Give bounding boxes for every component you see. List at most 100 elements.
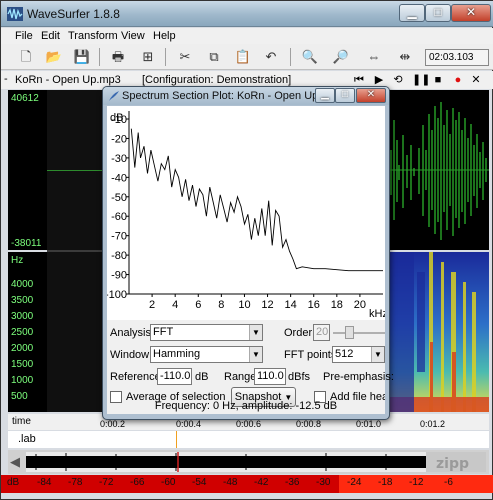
properties-icon[interactable]: ⊞ xyxy=(137,47,159,67)
y-tick-label: -80 xyxy=(111,250,127,262)
cursor-marker xyxy=(176,431,177,448)
range-field[interactable]: 110.0 xyxy=(254,368,286,385)
dialog-title: Spectrum Section Plot: KoRn - Open Up... xyxy=(122,90,328,102)
x-tick-label: 4 xyxy=(172,299,178,311)
order-slider-handle[interactable] xyxy=(345,326,354,339)
reference-field[interactable]: -110.0 xyxy=(157,368,192,385)
paste-icon[interactable]: 📋 xyxy=(232,47,254,67)
spectrogram-tick-label: 3500 xyxy=(11,295,34,306)
x-tick-label: 2 xyxy=(149,299,155,311)
watermark-logo: zipp xyxy=(426,452,486,472)
copy-icon[interactable]: ⧉ xyxy=(203,47,225,67)
configuration-label: [Configuration: Demonstration] xyxy=(142,74,292,86)
db-unit-label: dB xyxy=(7,477,20,488)
app-icon xyxy=(7,7,23,21)
label-track[interactable]: .lab xyxy=(8,431,489,448)
dialog-minimize-button[interactable]: ▁ xyxy=(315,88,335,103)
spectrogram-tick-label: 500 xyxy=(11,391,28,402)
menu-transform[interactable]: Transform xyxy=(68,30,118,42)
pane-background xyxy=(47,90,107,412)
y-tick-label: -100 xyxy=(107,289,127,301)
close-sound-icon[interactable]: ✕ xyxy=(469,74,483,87)
pause-icon[interactable]: ❚❚ xyxy=(412,74,430,87)
db-tick-label: -84 xyxy=(37,477,52,488)
overview-waveform[interactable] xyxy=(26,452,426,472)
save-icon[interactable]: 💾 xyxy=(71,47,93,67)
db-tick-label: -48 xyxy=(223,477,238,488)
time-tick-label: 0:00.4 xyxy=(176,419,202,429)
spectrogram-tick-label: 1000 xyxy=(11,375,34,386)
db-tick-label: -6 xyxy=(444,477,453,488)
spectrogram-tick-label: 3000 xyxy=(11,311,34,322)
time-axis-label: time xyxy=(12,416,31,427)
spectrogram-tick-label: 2000 xyxy=(11,343,34,354)
print-icon[interactable]: 🖶 xyxy=(107,47,129,67)
order-field[interactable]: 20 xyxy=(313,324,330,341)
time-tick-label: 0:00.8 xyxy=(296,419,322,429)
order-slider-track[interactable] xyxy=(333,332,385,334)
dialog-maximize-button[interactable]: □ xyxy=(335,88,355,103)
spectrogram-unit-label: Hz xyxy=(11,255,24,266)
order-label: Order: xyxy=(284,327,316,339)
open-icon[interactable]: 📂 xyxy=(43,47,65,67)
title-bar: WaveSurfer 1.8.8 ▁ □ ✕ xyxy=(1,1,493,27)
db-tick-label: -30 xyxy=(316,477,331,488)
maximize-button[interactable]: □ xyxy=(425,4,451,22)
cut-icon[interactable]: ✂ xyxy=(174,47,196,67)
y-tick-label: -70 xyxy=(111,231,127,243)
spectrogram-tick-label: 1500 xyxy=(11,359,34,370)
zoom-selection-icon[interactable]: ⇹ xyxy=(394,47,416,67)
spectrogram-pane[interactable] xyxy=(389,252,489,412)
chevron-down-icon[interactable]: ▼ xyxy=(249,347,262,362)
toolbar-separator xyxy=(99,48,100,66)
dialog-body: dB kHz -10 -20 -30 -40 -50 -60 -70 -80 -90 -100 2… xyxy=(107,106,394,414)
db-tick-label: -54 xyxy=(192,477,207,488)
x-tick-label: 14 xyxy=(285,299,297,311)
waveform-axis: 40612 -38011 xyxy=(8,90,47,250)
y-tick-label: -40 xyxy=(111,172,127,184)
scroll-left-icon[interactable]: ◀ xyxy=(10,454,20,470)
menu-view[interactable]: View xyxy=(121,30,145,42)
record-icon[interactable]: ● xyxy=(451,74,465,87)
waveform-pane[interactable] xyxy=(389,90,489,250)
menu-help[interactable]: Help xyxy=(153,30,176,42)
chevron-down-icon[interactable]: ▼ xyxy=(371,347,384,362)
sound-menu-icon[interactable]: - xyxy=(4,73,8,85)
db-tick-label: -66 xyxy=(130,477,145,488)
spectrogram-tick-label: 2500 xyxy=(11,327,34,338)
zoom-in-icon[interactable]: 🔍 xyxy=(299,47,321,67)
undo-icon[interactable]: ↶ xyxy=(260,47,282,67)
fft-points-combo[interactable]: 512 ▼ xyxy=(332,346,385,363)
stop-icon[interactable]: ■ xyxy=(431,74,445,87)
window-value: Hamming xyxy=(153,348,201,360)
chevron-down-icon[interactable]: ▼ xyxy=(249,325,262,340)
window-combo[interactable]: Hamming ▼ xyxy=(150,346,263,363)
x-tick-label: 16 xyxy=(308,299,320,311)
x-tick-label: 12 xyxy=(261,299,273,311)
dialog-title-bar[interactable]: Spectrum Section Plot: KoRn - Open Up...… xyxy=(103,87,389,105)
y-tick-label: -50 xyxy=(111,192,127,204)
zoom-out-icon[interactable]: 🔎 xyxy=(330,47,352,67)
analysis-combo[interactable]: FFT ▼ xyxy=(150,324,263,341)
toolbar: 🗋 📂 💾 🖶 ⊞ ✂ ⧉ 📋 ↶ 🔍 🔎 ⇔ ⇹ 02:03.103 xyxy=(1,44,493,70)
spectrogram-tick-label: 4000 xyxy=(11,279,34,290)
overview-scrollbar[interactable]: ◀ zipp xyxy=(8,450,489,474)
menu-edit[interactable]: Edit xyxy=(41,30,60,42)
dialog-close-button[interactable]: ✕ xyxy=(356,88,386,103)
x-tick-label: 18 xyxy=(331,299,343,311)
status-bar: Frequency: 0 Hz, amplitude: -12.5 dB xyxy=(154,400,338,412)
close-button[interactable]: ✕ xyxy=(451,4,491,22)
zoom-all-icon[interactable]: ⇔ xyxy=(363,47,385,67)
time-tick-label: 0:01.2 xyxy=(420,419,446,429)
play-loop-icon[interactable]: ⟲ xyxy=(391,74,405,87)
x-tick-label: 10 xyxy=(238,299,250,311)
new-icon[interactable]: 🗋 xyxy=(15,47,37,67)
time-tick-label: 0:00.2 xyxy=(100,419,126,429)
time-tick-label: 0:01.0 xyxy=(356,419,382,429)
minimize-button[interactable]: ▁ xyxy=(399,4,425,22)
window-label: Window: xyxy=(110,349,153,361)
feather-icon xyxy=(109,91,119,101)
menu-file[interactable]: File xyxy=(15,30,33,42)
spectrum-plot[interactable]: dB kHz -10-20-30-40-50-60-70-80-90-100 2… xyxy=(107,106,385,320)
db-tick-label: -36 xyxy=(285,477,300,488)
